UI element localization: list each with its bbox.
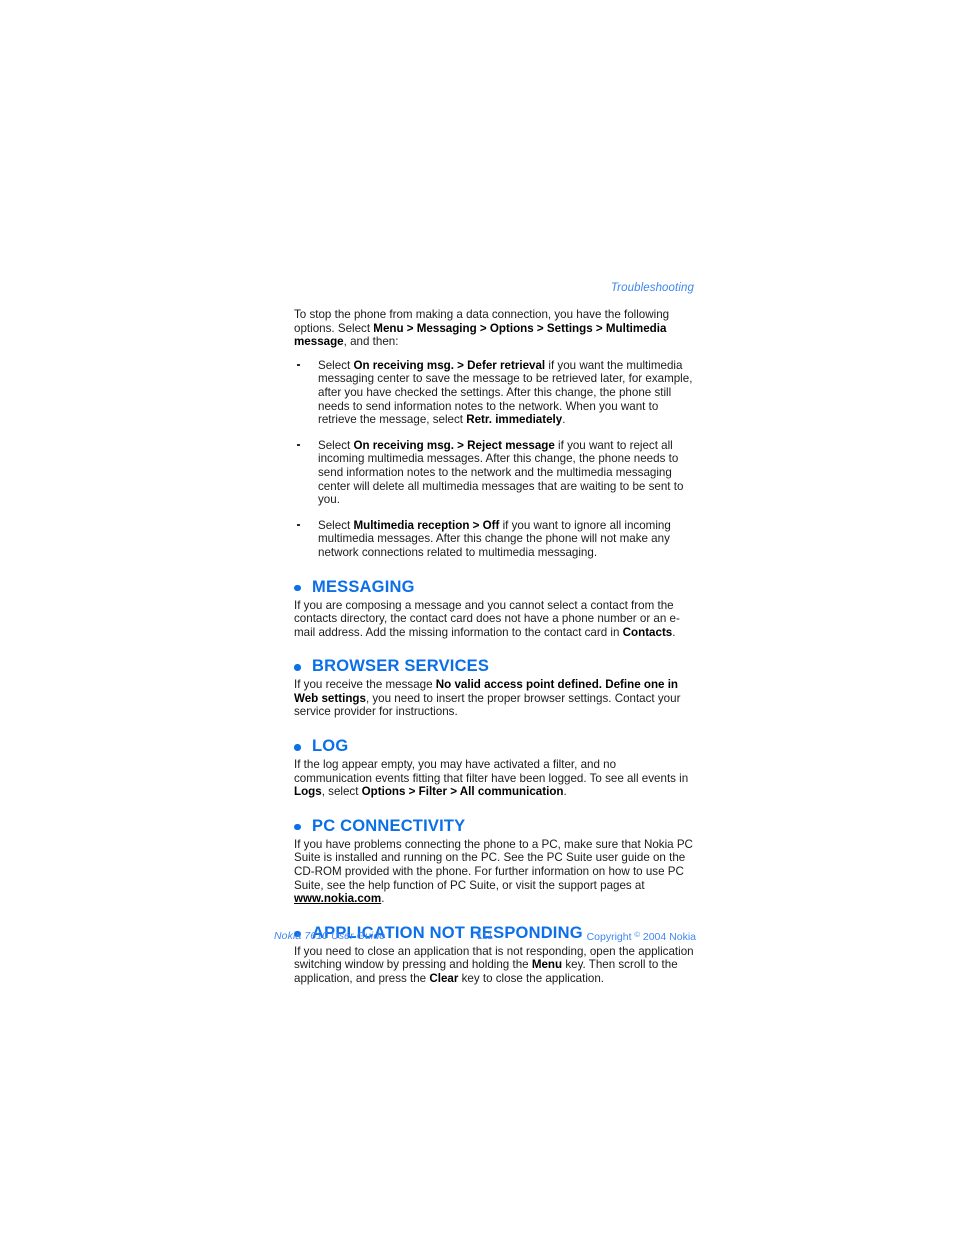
square-bullet-icon <box>297 443 300 447</box>
section-body: If you need to close an application that… <box>294 945 694 986</box>
section-heading: MESSAGING <box>294 578 694 597</box>
list-item: Select Multimedia reception > Off if you… <box>294 519 694 560</box>
bullet-suffix: . <box>562 413 566 427</box>
section-body-suffix: . <box>563 785 567 799</box>
bullet-prefix: Select <box>318 518 354 532</box>
bullet-bold-1: On receiving msg. > Defer retrieval <box>353 358 546 372</box>
intro-paragraph: To stop the phone from making a data con… <box>294 308 694 349</box>
section-body-bold: Contacts <box>622 625 673 639</box>
list-item: Select On receiving msg. > Reject messag… <box>294 439 694 507</box>
section-body-prefix: If the log appear empty, you may have ac… <box>294 758 689 785</box>
footer-copyright-suffix: 2004 Nokia <box>639 931 696 943</box>
footer-copyright-prefix: Copyright <box>586 931 635 943</box>
section-body-suffix: key to close the application. <box>458 972 605 985</box>
section-body-suffix: . <box>672 625 676 639</box>
round-bullet-icon <box>294 664 301 671</box>
section-body-suffix: . <box>381 892 385 906</box>
section-body-prefix: If you receive the message <box>294 678 436 692</box>
section-body-bold-2: Clear <box>429 972 459 985</box>
round-bullet-icon <box>294 744 301 751</box>
bullet-bold-1: Multimedia reception > Off <box>353 518 500 532</box>
list-item: Select On receiving msg. > Defer retriev… <box>294 359 694 427</box>
bullet-bold-2: Retr. immediately <box>466 413 563 427</box>
section-body: If you have problems connecting the phon… <box>294 838 694 906</box>
section-heading-label: LOG <box>312 737 349 756</box>
page-content: To stop the phone from making a data con… <box>294 308 694 986</box>
section-body-bold: Menu <box>531 958 563 972</box>
section-body: If you receive the message No valid acce… <box>294 678 694 719</box>
section-heading: LOG <box>294 737 694 756</box>
section-pc-connectivity: PC CONNECTIVITY If you have problems con… <box>294 817 694 906</box>
options-bullet-list: Select On receiving msg. > Defer retriev… <box>294 359 694 560</box>
round-bullet-icon <box>294 584 301 591</box>
section-heading: PC CONNECTIVITY <box>294 817 694 836</box>
section-log: LOG If the log appear empty, you may hav… <box>294 737 694 799</box>
section-body: If you are composing a message and you c… <box>294 599 694 640</box>
section-body-mid: , select <box>321 785 362 799</box>
square-bullet-icon <box>297 363 300 367</box>
section-body-bold-2: Options > Filter > All communication <box>361 785 564 799</box>
section-browser-services: BROWSER SERVICES If you receive the mess… <box>294 657 694 719</box>
section-heading-label: PC CONNECTIVITY <box>312 816 466 835</box>
section-heading: BROWSER SERVICES <box>294 657 694 676</box>
document-page: Troubleshooting To stop the phone from m… <box>0 0 954 1235</box>
footer-copyright: Copyright © 2004 Nokia <box>587 930 696 943</box>
section-messaging: MESSAGING If you are composing a message… <box>294 578 694 640</box>
section-body-prefix: If you have problems connecting the phon… <box>294 837 693 892</box>
running-header: Troubleshooting <box>610 282 694 294</box>
bullet-prefix: Select <box>318 358 354 372</box>
section-body-bold: Logs <box>294 785 322 799</box>
section-body: If the log appear empty, you may have ac… <box>294 758 694 799</box>
section-heading-label: BROWSER SERVICES <box>312 657 490 676</box>
page-footer: Nokia 7610 User Guide 111 Copyright © 20… <box>274 930 696 944</box>
intro-line2-suffix: , and then: <box>343 335 399 349</box>
bullet-prefix: Select <box>318 438 354 452</box>
nokia-website-link[interactable]: www.nokia.com <box>294 892 381 905</box>
section-heading-label: MESSAGING <box>312 577 415 596</box>
square-bullet-icon <box>297 523 300 527</box>
intro-line2-prefix: Select <box>337 321 374 335</box>
round-bullet-icon <box>294 823 301 831</box>
bullet-bold-1: On receiving msg. > Reject message <box>353 438 555 452</box>
